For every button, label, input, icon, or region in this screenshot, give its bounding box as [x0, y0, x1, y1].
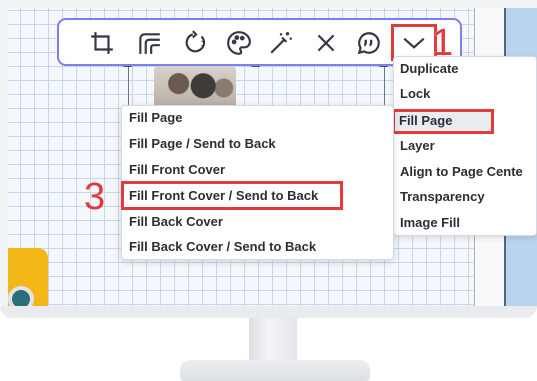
rotate-icon[interactable]: [180, 28, 210, 58]
menu-item-lock[interactable]: Lock: [400, 83, 430, 105]
submenu-item-fill-front-cover[interactable]: Fill Front Cover: [129, 158, 225, 182]
menu-item-transparency[interactable]: Transparency: [400, 186, 485, 208]
magic-wand-icon[interactable]: [266, 28, 296, 58]
fill-front-cover-send-to-back-highlight-box: [121, 181, 343, 210]
menu-item-align-to-page-center[interactable]: Align to Page Cente: [400, 161, 523, 183]
monitor-bezel: [0, 306, 537, 318]
menu-item-duplicate[interactable]: Duplicate: [400, 58, 459, 80]
monitor-stand-base: [180, 360, 370, 381]
submenu-item-fill-back-cover[interactable]: Fill Back Cover: [129, 210, 223, 234]
comment-icon[interactable]: [354, 28, 384, 58]
selection-border-left: [128, 62, 129, 110]
sticker-wheel-graphic: [8, 286, 34, 308]
callout-number-3: 3: [84, 176, 106, 218]
selection-border-right: [384, 62, 385, 110]
menu-item-image-fill[interactable]: Image Fill: [400, 212, 460, 234]
frame-icon[interactable]: [134, 28, 164, 58]
selected-photo[interactable]: [154, 66, 236, 110]
crop-icon[interactable]: [87, 28, 117, 58]
submenu-item-fill-page-send-to-back[interactable]: Fill Page / Send to Back: [129, 132, 276, 156]
fill-page-highlight-box: [392, 109, 494, 134]
context-menu: Duplicate Lock Layer Align to Page Cente…: [393, 56, 537, 236]
submenu-item-fill-back-cover-send-to-back[interactable]: Fill Back Cover / Send to Back: [129, 235, 316, 259]
palette-icon[interactable]: [224, 28, 254, 58]
menu-item-layer[interactable]: Layer: [400, 135, 435, 157]
close-icon[interactable]: [311, 28, 341, 58]
submenu-item-fill-page[interactable]: Fill Page: [129, 106, 182, 130]
